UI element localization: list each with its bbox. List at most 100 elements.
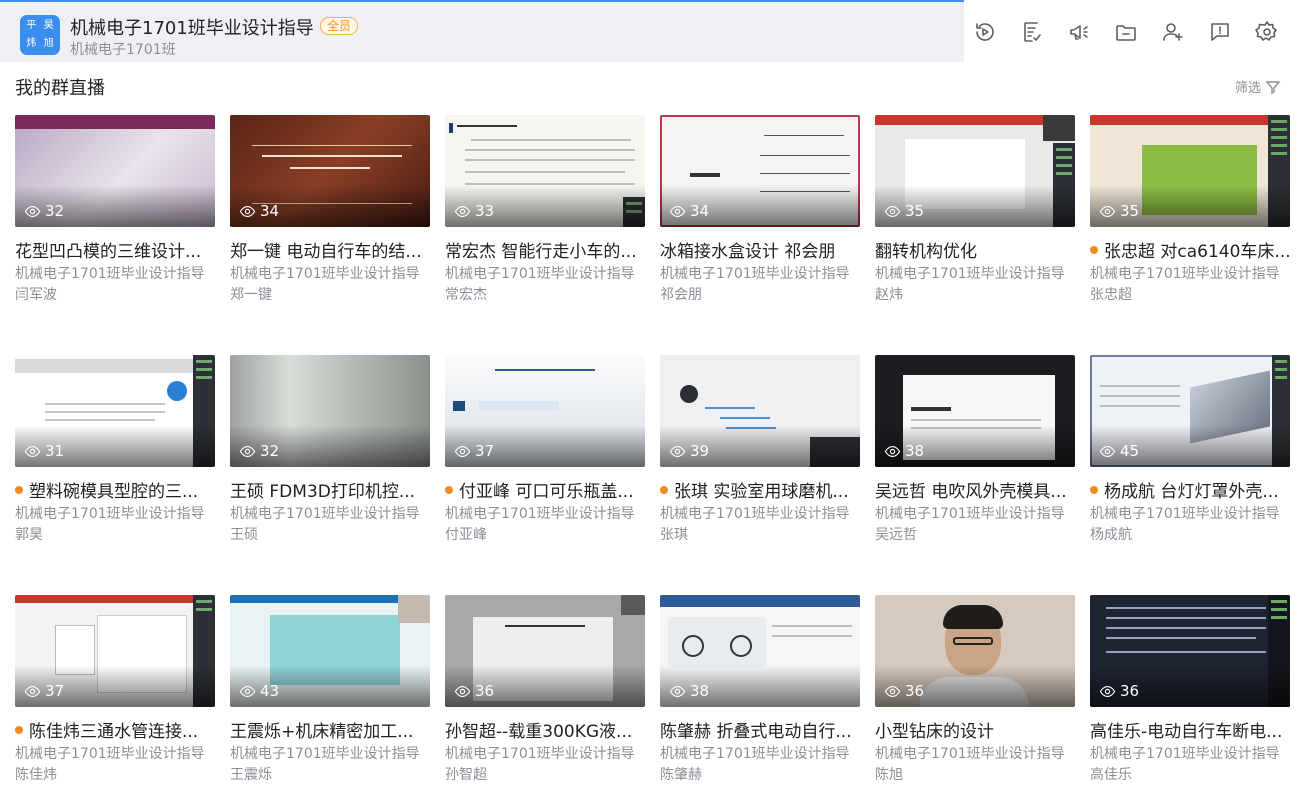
checklist-icon[interactable]	[1018, 18, 1046, 46]
live-title[interactable]: 孙智超--载重300KG液...	[445, 717, 645, 742]
eye-icon	[669, 445, 686, 457]
live-title[interactable]: 陈佳炜三通水管连接...	[15, 717, 215, 742]
live-author: 闫军波	[15, 287, 57, 303]
live-thumbnail[interactable]: 36	[875, 595, 1075, 707]
live-thumbnail[interactable]: 33	[445, 115, 645, 227]
live-card[interactable]: 32 王硕 FDM3D打印机控... 机械电子1701班毕业设计指导 王硕	[230, 355, 430, 555]
live-dot-icon	[445, 485, 453, 494]
live-title[interactable]: 张忠超 对ca6140车床...	[1090, 237, 1290, 262]
live-title[interactable]: 吴远哲 电吹风外壳模具...	[875, 477, 1075, 502]
live-thumbnail[interactable]: 34	[660, 115, 860, 227]
live-group-name: 机械电子1701班毕业设计指导	[15, 266, 205, 282]
live-author: 陈旭	[875, 767, 903, 783]
live-title[interactable]: 王震烁+机床精密加工...	[230, 717, 430, 742]
live-group-name: 机械电子1701班毕业设计指导	[15, 506, 205, 522]
settings-icon[interactable]	[1253, 18, 1281, 46]
live-card[interactable]: 36 高佳乐-电动自行车断电... 机械电子1701班毕业设计指导 高佳乐	[1090, 595, 1290, 795]
live-thumbnail[interactable]: 31	[15, 355, 215, 467]
live-card[interactable]: 34 冰箱接水盒设计 祁会朋 机械电子1701班毕业设计指导 祁会朋	[660, 115, 860, 315]
live-thumbnail[interactable]: 36	[445, 595, 645, 707]
live-card[interactable]: 36 小型钻床的设计 机械电子1701班毕业设计指导 陈旭	[875, 595, 1075, 795]
live-title[interactable]: 小型钻床的设计	[875, 717, 1075, 742]
live-group-name: 机械电子1701班毕业设计指导	[230, 746, 420, 762]
live-card[interactable]: 36 孙智超--载重300KG液... 机械电子1701班毕业设计指导 孙智超	[445, 595, 645, 795]
live-author: 常宏杰	[445, 287, 487, 303]
group-avatar[interactable]: 平 昊 炜 旭	[20, 15, 60, 55]
view-count: 31	[24, 442, 64, 460]
view-count-value: 35	[905, 202, 925, 220]
live-group-name: 机械电子1701班毕业设计指导	[445, 506, 635, 522]
live-card[interactable]: 31 塑料碗模具型腔的三... 机械电子1701班毕业设计指导 郭昊	[15, 355, 215, 555]
live-title-text: 陈佳炜三通水管连接...	[29, 722, 199, 742]
live-title[interactable]: 杨成航 台灯灯罩外壳...	[1090, 477, 1290, 502]
live-dot-icon	[660, 485, 668, 494]
live-card[interactable]: 34 郑一键 电动自行车的结... 机械电子1701班毕业设计指导 郑一键	[230, 115, 430, 315]
view-count: 45	[1099, 442, 1139, 460]
live-author: 张忠超	[1090, 287, 1132, 303]
view-count: 38	[884, 442, 924, 460]
live-card[interactable]: 32 花型凹凸模的三维设计... 机械电子1701班毕业设计指导 闫军波	[15, 115, 215, 315]
live-card[interactable]: 38 陈肇赫 折叠式电动自行... 机械电子1701班毕业设计指导 陈肇赫	[660, 595, 860, 795]
live-thumbnail[interactable]: 43	[230, 595, 430, 707]
live-thumbnail[interactable]: 45	[1090, 355, 1290, 467]
live-card[interactable]: 35 翻转机构优化 机械电子1701班毕业设计指导 赵炜	[875, 115, 1075, 315]
history-icon[interactable]	[971, 18, 999, 46]
live-title[interactable]: 王硕 FDM3D打印机控...	[230, 477, 430, 502]
live-title[interactable]: 陈肇赫 折叠式电动自行...	[660, 717, 860, 742]
report-icon[interactable]	[1206, 18, 1234, 46]
live-title[interactable]: 常宏杰 智能行走小车的...	[445, 237, 645, 262]
eye-icon	[669, 205, 686, 217]
live-title-text: 郑一键 电动自行车的结...	[230, 242, 422, 262]
live-thumbnail[interactable]: 37	[445, 355, 645, 467]
group-header: 平 昊 炜 旭 机械电子1701班毕业设计指导 全员 机械电子1701班	[0, 0, 964, 62]
live-card[interactable]: 33 常宏杰 智能行走小车的... 机械电子1701班毕业设计指导 常宏杰	[445, 115, 645, 315]
live-group-name: 机械电子1701班毕业设计指导	[1090, 746, 1280, 762]
announcement-icon[interactable]	[1065, 18, 1093, 46]
live-card[interactable]: 37 陈佳炜三通水管连接... 机械电子1701班毕业设计指导 陈佳炜	[15, 595, 215, 795]
live-title[interactable]: 郑一键 电动自行车的结...	[230, 237, 430, 262]
live-card[interactable]: 45 杨成航 台灯灯罩外壳... 机械电子1701班毕业设计指导 杨成航	[1090, 355, 1290, 555]
live-title[interactable]: 翻转机构优化	[875, 237, 1075, 262]
eye-icon	[1099, 685, 1116, 697]
live-card[interactable]: 43 王震烁+机床精密加工... 机械电子1701班毕业设计指导 王震烁	[230, 595, 430, 795]
avatar-char: 昊	[43, 20, 54, 31]
live-card[interactable]: 37 付亚峰 可口可乐瓶盖... 机械电子1701班毕业设计指导 付亚峰	[445, 355, 645, 555]
live-thumbnail[interactable]: 35	[1090, 115, 1290, 227]
live-thumbnail[interactable]: 34	[230, 115, 430, 227]
eye-icon	[1099, 205, 1116, 217]
view-count: 37	[24, 682, 64, 700]
live-thumbnail[interactable]: 38	[660, 595, 860, 707]
view-count: 37	[454, 442, 494, 460]
live-title[interactable]: 高佳乐-电动自行车断电...	[1090, 717, 1290, 742]
live-thumbnail[interactable]: 39	[660, 355, 860, 467]
folder-icon[interactable]	[1112, 18, 1140, 46]
live-title-text: 付亚峰 可口可乐瓶盖...	[459, 482, 634, 502]
view-count: 33	[454, 202, 494, 220]
filter-icon	[1265, 80, 1281, 94]
live-thumbnail[interactable]: 38	[875, 355, 1075, 467]
live-title[interactable]: 冰箱接水盒设计 祁会朋	[660, 237, 860, 262]
view-count-value: 32	[260, 442, 280, 460]
live-author: 郭昊	[15, 527, 43, 543]
live-title[interactable]: 塑料碗模具型腔的三...	[15, 477, 215, 502]
live-card[interactable]: 39 张琪 实验室用球磨机... 机械电子1701班毕业设计指导 张琪	[660, 355, 860, 555]
live-thumbnail[interactable]: 37	[15, 595, 215, 707]
live-card[interactable]: 35 张忠超 对ca6140车床... 机械电子1701班毕业设计指导 张忠超	[1090, 115, 1290, 315]
eye-icon	[454, 205, 471, 217]
filter-button[interactable]: 筛选	[1235, 77, 1281, 96]
view-count: 35	[1099, 202, 1139, 220]
live-group-name: 机械电子1701班毕业设计指导	[230, 266, 420, 282]
live-title-text: 杨成航 台灯灯罩外壳...	[1104, 482, 1279, 502]
live-thumbnail[interactable]: 36	[1090, 595, 1290, 707]
live-thumbnail[interactable]: 32	[15, 115, 215, 227]
live-card[interactable]: 38 吴远哲 电吹风外壳模具... 机械电子1701班毕业设计指导 吴远哲	[875, 355, 1075, 555]
live-thumbnail[interactable]: 32	[230, 355, 430, 467]
live-title[interactable]: 张琪 实验室用球磨机...	[660, 477, 860, 502]
live-title-text: 陈肇赫 折叠式电动自行...	[660, 722, 852, 742]
live-thumbnail[interactable]: 35	[875, 115, 1075, 227]
view-count: 34	[669, 202, 709, 220]
live-title[interactable]: 付亚峰 可口可乐瓶盖...	[445, 477, 645, 502]
add-member-icon[interactable]	[1159, 18, 1187, 46]
live-title-text: 王震烁+机床精密加工...	[230, 722, 414, 742]
live-title[interactable]: 花型凹凸模的三维设计...	[15, 237, 215, 262]
